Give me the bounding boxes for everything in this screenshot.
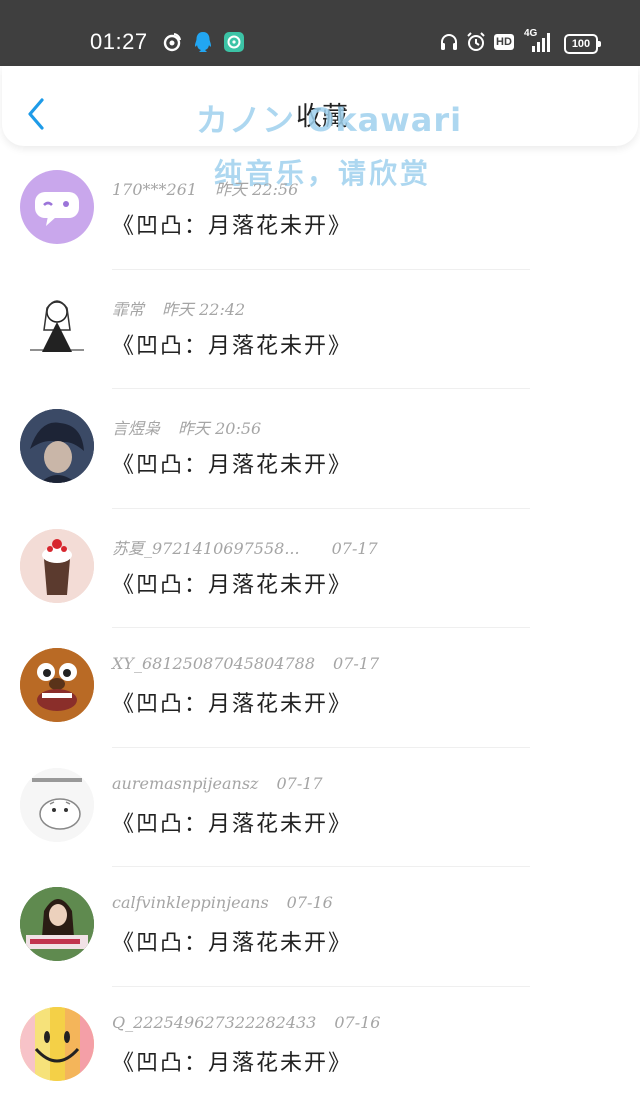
list-item[interactable]: 言煜枭昨天 20:56 《凹凸：月落花未开》 <box>0 389 640 509</box>
item-title[interactable]: 《凹凸：月落花未开》 <box>112 925 352 957</box>
list-item[interactable]: 170***261 昨天 22:56 《凹凸：月落花未开》 <box>0 150 640 270</box>
timestamp: 07-16 <box>287 893 333 912</box>
favorites-list: 170***261 昨天 22:56 《凹凸：月落花未开》 霏常昨天 22:42 … <box>0 150 640 1106</box>
item-title[interactable]: 《凹凸：月落花未开》 <box>112 328 352 360</box>
page-title: 收藏 <box>2 96 640 133</box>
hd-icon: HD <box>492 30 516 54</box>
list-item[interactable]: auremasnpijeansz 07-17 《凹凸：月落花未开》 <box>0 748 640 868</box>
item-meta: auremasnpijeansz 07-17 <box>112 774 323 793</box>
avatar[interactable] <box>20 1007 94 1081</box>
list-item[interactable]: 霏常昨天 22:42 《凹凸：月落花未开》 <box>0 270 640 390</box>
timestamp: 07-16 <box>334 1013 380 1032</box>
avatar[interactable] <box>20 409 94 483</box>
item-meta: 170***261 昨天 22:56 <box>112 176 298 200</box>
avatar[interactable] <box>20 887 94 961</box>
username[interactable]: Q_222549627322282433 <box>112 1013 316 1032</box>
weibo-icon <box>160 30 184 54</box>
battery-icon: 100 <box>564 34 598 54</box>
avatar[interactable] <box>20 170 94 244</box>
list-item[interactable]: XY_68125087045804788 07-17 《凹凸：月落花未开》 <box>0 628 640 748</box>
chat-app-icon <box>222 30 246 54</box>
alarm-icon <box>464 30 488 54</box>
headset-icon <box>437 30 461 54</box>
username[interactable]: XY_68125087045804788 <box>112 654 315 673</box>
item-meta: calfvinkleppinjeans 07-16 <box>112 893 333 912</box>
timestamp: 07-17 <box>333 654 379 673</box>
status-time: 01:27 <box>90 28 148 56</box>
status-bar: 01:27 HD 4G 100 <box>0 0 640 66</box>
item-meta: Q_222549627322282433 07-16 <box>112 1013 380 1032</box>
username[interactable]: 霏常 <box>112 300 144 319</box>
item-title[interactable]: 《凹凸：月落花未开》 <box>112 567 352 599</box>
username[interactable]: 苏夏_9721410697558... <box>112 539 300 558</box>
item-meta: 霏常昨天 22:42 <box>112 296 245 320</box>
timestamp: 07-17 <box>332 539 378 558</box>
item-meta: 苏夏_9721410697558... 07-17 <box>112 535 378 559</box>
item-title[interactable]: 《凹凸：月落花未开》 <box>112 806 352 838</box>
header-bar: 收藏 <box>2 66 638 146</box>
item-title[interactable]: 《凹凸：月落花未开》 <box>112 686 352 718</box>
username[interactable]: auremasnpijeansz <box>112 774 258 793</box>
timestamp: 昨天 22:56 <box>215 180 298 199</box>
avatar[interactable] <box>20 529 94 603</box>
avatar[interactable] <box>20 290 94 364</box>
list-item[interactable]: 苏夏_9721410697558... 07-17 《凹凸：月落花未开》 <box>0 509 640 629</box>
qq-icon <box>191 30 215 54</box>
item-meta: XY_68125087045804788 07-17 <box>112 654 379 673</box>
timestamp: 昨天 22:42 <box>162 300 245 319</box>
signal-icon: 4G <box>522 30 556 54</box>
timestamp: 昨天 20:56 <box>178 419 261 438</box>
avatar[interactable] <box>20 648 94 722</box>
timestamp: 07-17 <box>276 774 322 793</box>
username[interactable]: 170***261 <box>112 180 197 199</box>
item-title[interactable]: 《凹凸：月落花未开》 <box>112 447 352 479</box>
list-item[interactable]: Q_222549627322282433 07-16 《凹凸：月落花未开》 <box>0 987 640 1106</box>
username[interactable]: calfvinkleppinjeans <box>112 893 269 912</box>
list-item[interactable]: calfvinkleppinjeans 07-16 《凹凸：月落花未开》 <box>0 867 640 987</box>
item-meta: 言煜枭昨天 20:56 <box>112 415 261 439</box>
avatar[interactable] <box>20 768 94 842</box>
username[interactable]: 言煜枭 <box>112 419 160 438</box>
item-title[interactable]: 《凹凸：月落花未开》 <box>112 208 352 240</box>
item-title[interactable]: 《凹凸：月落花未开》 <box>112 1045 352 1077</box>
